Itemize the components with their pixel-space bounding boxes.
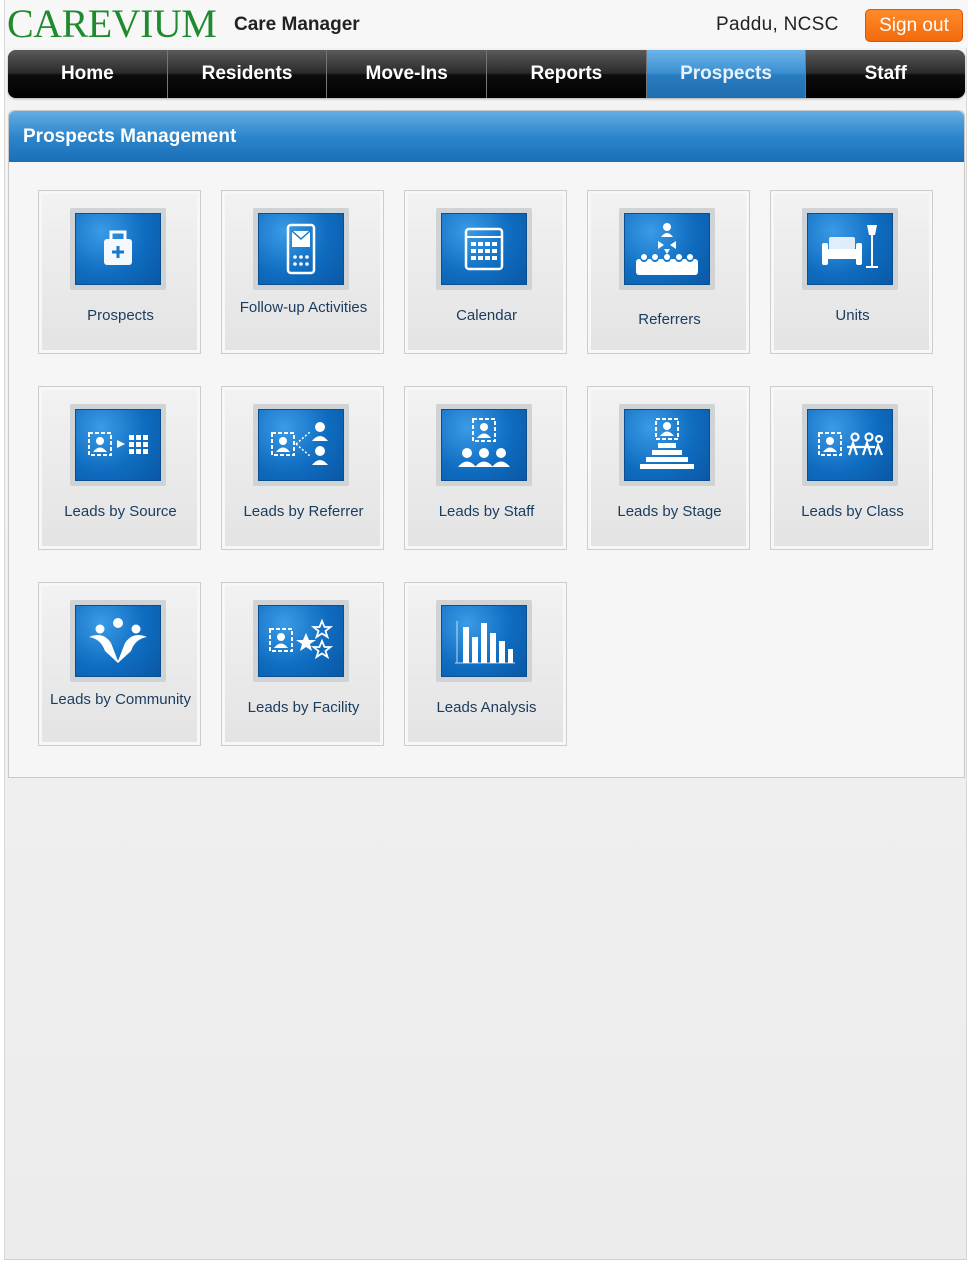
tile-prospects[interactable]: Prospects [38, 190, 201, 354]
leads-source-icon [88, 432, 148, 456]
leads-staff-icon [458, 418, 510, 467]
tab-home[interactable]: Home [8, 50, 168, 98]
prospects-panel: Prospects Management Prospects Follow-up… [8, 110, 965, 778]
tile-referrers[interactable]: Referrers [587, 190, 750, 354]
user-name: Paddu, NCSC [716, 14, 839, 35]
tab-move-ins[interactable]: Move-Ins [327, 50, 488, 98]
tab-staff[interactable]: Staff [806, 50, 965, 98]
tile-label: Leads by Stage [617, 503, 722, 520]
tile-label: Follow-up Activities [239, 299, 368, 316]
tile-leads-by-referrer[interactable]: Leads by Referrer [221, 386, 384, 550]
tile-label: Leads by Class [801, 503, 904, 520]
carevium-logo: CAREVIUM [7, 1, 217, 46]
community-icon [89, 618, 147, 663]
main-nav: Home Residents Move-Ins Reports Prospect… [8, 50, 965, 98]
panel-title: Prospects Management [9, 111, 964, 162]
tile-label: Prospects [87, 307, 154, 324]
tile-label: Units [835, 307, 870, 324]
tile-leads-by-stage[interactable]: Leads by Stage [587, 386, 750, 550]
tile-leads-by-class[interactable]: Leads by Class [770, 386, 933, 550]
tile-label: Leads Analysis [436, 699, 537, 716]
calendar-icon [464, 227, 504, 271]
tablet-mail-icon [286, 223, 316, 275]
leads-stage-icon [640, 418, 694, 469]
tile-label: Leads by Referrer [243, 503, 364, 520]
tile-label: Leads by Staff [438, 503, 535, 520]
furniture-icon [822, 225, 878, 268]
tile-label: Leads by Community [50, 691, 191, 708]
tile-leads-by-community[interactable]: Leads by Community [38, 582, 201, 746]
tile-leads-by-facility[interactable]: Leads by Facility [221, 582, 384, 746]
tile-leads-by-source[interactable]: Leads by Source [38, 386, 201, 550]
tile-leads-by-staff[interactable]: Leads by Staff [404, 386, 567, 550]
header: CAREVIUM Care Manager Paddu, NCSC Sign o… [5, 0, 968, 48]
tile-label: Referrers [638, 311, 701, 328]
app-name: Care Manager [234, 14, 360, 35]
tile-label: Calendar [456, 307, 517, 324]
tab-reports[interactable]: Reports [487, 50, 647, 98]
sign-out-button[interactable]: Sign out [865, 9, 963, 42]
referrers-icon [636, 223, 698, 275]
tile-follow-up-activities[interactable]: Follow-up Activities [221, 190, 384, 354]
page: CAREVIUM Care Manager Paddu, NCSC Sign o… [4, 0, 968, 1260]
tile-label: Leads by Facility [247, 699, 360, 716]
tile-label: Leads by Source [64, 503, 177, 520]
tile-units[interactable]: Units [770, 190, 933, 354]
leads-class-icon [818, 432, 884, 456]
leads-referrer-icon [271, 422, 328, 465]
tab-prospects[interactable]: Prospects [646, 50, 807, 98]
tile-calendar[interactable]: Calendar [404, 190, 567, 354]
bar-chart-icon [455, 621, 515, 664]
tile-leads-analysis[interactable]: Leads Analysis [404, 582, 567, 746]
tab-residents[interactable]: Residents [167, 50, 328, 98]
medical-bag-icon [104, 230, 132, 265]
leads-facility-icon [269, 618, 334, 660]
